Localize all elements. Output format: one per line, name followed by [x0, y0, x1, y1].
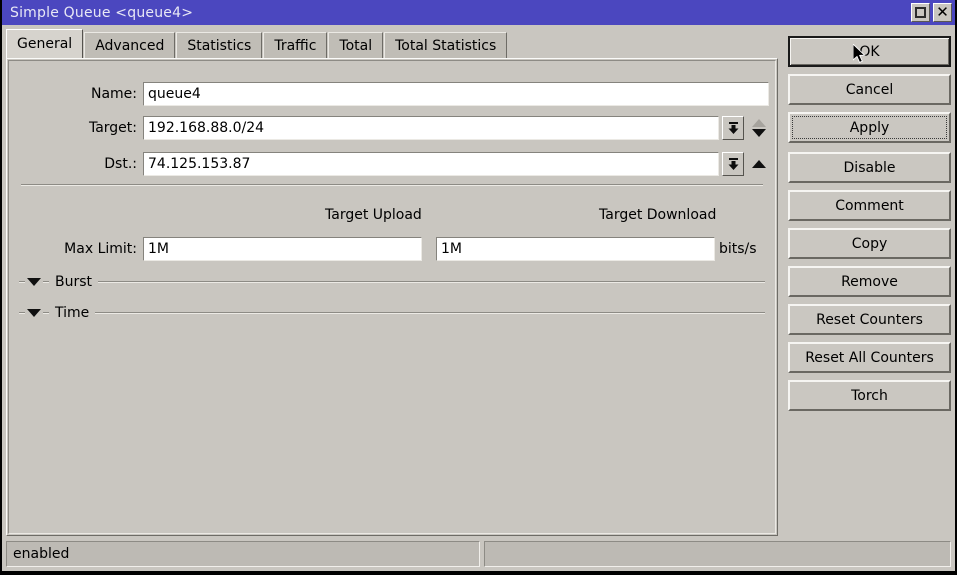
- panel-inner-border: Name: queue4 Target: 192.168.88.0/24 Dst…: [8, 60, 776, 534]
- general-tab-panel: Name: queue4 Target: 192.168.88.0/24 Dst…: [6, 58, 778, 536]
- max-limit-row: Max Limit: 1M 1M bits/s: [9, 236, 775, 262]
- status-bar: enabled: [6, 541, 951, 567]
- comment-button-label: Comment: [835, 197, 904, 214]
- triangle-down-icon[interactable]: [752, 129, 766, 137]
- close-icon: ✕: [936, 3, 949, 21]
- close-button[interactable]: ✕: [933, 3, 952, 22]
- section-line: [95, 312, 765, 314]
- burst-section-label: Burst: [55, 274, 93, 290]
- dropdown-arrow-icon: [728, 158, 738, 170]
- max-limit-download-input[interactable]: 1M: [436, 237, 715, 261]
- target-dropdown-button[interactable]: [722, 116, 744, 140]
- copy-button-label: Copy: [851, 235, 888, 252]
- status-extra-panel: [484, 541, 951, 567]
- reset-counters-button[interactable]: Reset Counters: [788, 304, 951, 335]
- tab-advanced-label: Advanced: [95, 37, 165, 54]
- cancel-button[interactable]: Cancel: [788, 74, 951, 105]
- tab-traffic-label: Traffic: [274, 37, 317, 54]
- window-title: Simple Queue <queue4>: [10, 4, 194, 21]
- ok-button[interactable]: OK: [788, 36, 951, 67]
- max-limit-upload-input[interactable]: 1M: [143, 237, 422, 261]
- max-limit-unit-label: bits/s: [719, 241, 757, 257]
- section-dash: [19, 312, 25, 314]
- restore-icon: [915, 7, 926, 18]
- tab-total[interactable]: Total: [328, 32, 384, 58]
- remove-button-label: Remove: [841, 273, 898, 290]
- ok-button-label: OK: [859, 43, 880, 60]
- dropdown-arrow-icon: [728, 122, 738, 134]
- maximize-restore-button[interactable]: [911, 3, 930, 22]
- target-download-header: Target Download: [599, 207, 717, 223]
- triangle-down-icon[interactable]: [27, 309, 41, 317]
- target-label: Target:: [88, 120, 137, 136]
- dst-input[interactable]: 74.125.153.87: [143, 152, 719, 176]
- window-controls: ✕: [911, 3, 952, 22]
- apply-button[interactable]: Apply: [788, 112, 951, 143]
- tab-general[interactable]: General: [6, 29, 84, 58]
- name-row: Name: queue4: [9, 81, 775, 107]
- dst-label: Dst.:: [104, 156, 137, 172]
- dst-dropdown-button[interactable]: [722, 152, 744, 176]
- target-input[interactable]: 192.168.88.0/24: [143, 116, 719, 140]
- reset-all-counters-button-label: Reset All Counters: [805, 349, 934, 366]
- disable-button-label: Disable: [843, 159, 896, 176]
- cancel-button-label: Cancel: [845, 81, 894, 98]
- max-limit-label: Max Limit:: [64, 241, 137, 257]
- tab-statistics[interactable]: Statistics: [176, 32, 263, 58]
- tab-strip: General Advanced Statistics Traffic Tota…: [6, 29, 508, 58]
- dst-spinner[interactable]: [749, 160, 769, 168]
- tab-traffic[interactable]: Traffic: [263, 32, 328, 58]
- dst-row: Dst.: 74.125.153.87: [9, 151, 775, 177]
- remove-button[interactable]: Remove: [788, 266, 951, 297]
- section-line: [98, 281, 765, 283]
- torch-button[interactable]: Torch: [788, 380, 951, 411]
- target-row: Target: 192.168.88.0/24: [9, 115, 775, 141]
- triangle-up-icon[interactable]: [752, 119, 766, 127]
- window-titlebar[interactable]: Simple Queue <queue4> ✕: [2, 0, 955, 25]
- name-label: Name:: [90, 86, 137, 102]
- tab-total-statistics-label: Total Statistics: [395, 37, 497, 54]
- reset-counters-button-label: Reset Counters: [816, 311, 923, 328]
- target-upload-header: Target Upload: [325, 207, 422, 223]
- copy-button[interactable]: Copy: [788, 228, 951, 259]
- torch-button-label: Torch: [851, 387, 888, 404]
- comment-button[interactable]: Comment: [788, 190, 951, 221]
- tab-total-label: Total: [339, 37, 373, 54]
- triangle-down-icon[interactable]: [27, 278, 41, 286]
- time-section-label: Time: [55, 305, 90, 321]
- disable-button[interactable]: Disable: [788, 152, 951, 183]
- status-message: enabled: [6, 541, 480, 567]
- time-section-toggle[interactable]: Time: [19, 304, 765, 322]
- name-input[interactable]: queue4: [143, 82, 769, 106]
- burst-section-toggle[interactable]: Burst: [19, 273, 765, 291]
- section-separator: [21, 184, 763, 186]
- reset-all-counters-button[interactable]: Reset All Counters: [788, 342, 951, 373]
- apply-button-label: Apply: [849, 119, 890, 136]
- target-spinner[interactable]: [749, 119, 769, 137]
- tab-advanced[interactable]: Advanced: [84, 32, 176, 58]
- triangle-up-icon[interactable]: [752, 160, 766, 168]
- section-dash: [19, 281, 25, 283]
- simple-queue-dialog: Simple Queue <queue4> ✕ General Advanced…: [0, 0, 957, 575]
- tab-statistics-label: Statistics: [187, 37, 252, 54]
- dialog-button-column: OK Cancel Apply Disable Comment Copy Rem…: [788, 36, 951, 418]
- tab-general-label: General: [17, 36, 73, 52]
- tab-total-statistics[interactable]: Total Statistics: [384, 32, 508, 58]
